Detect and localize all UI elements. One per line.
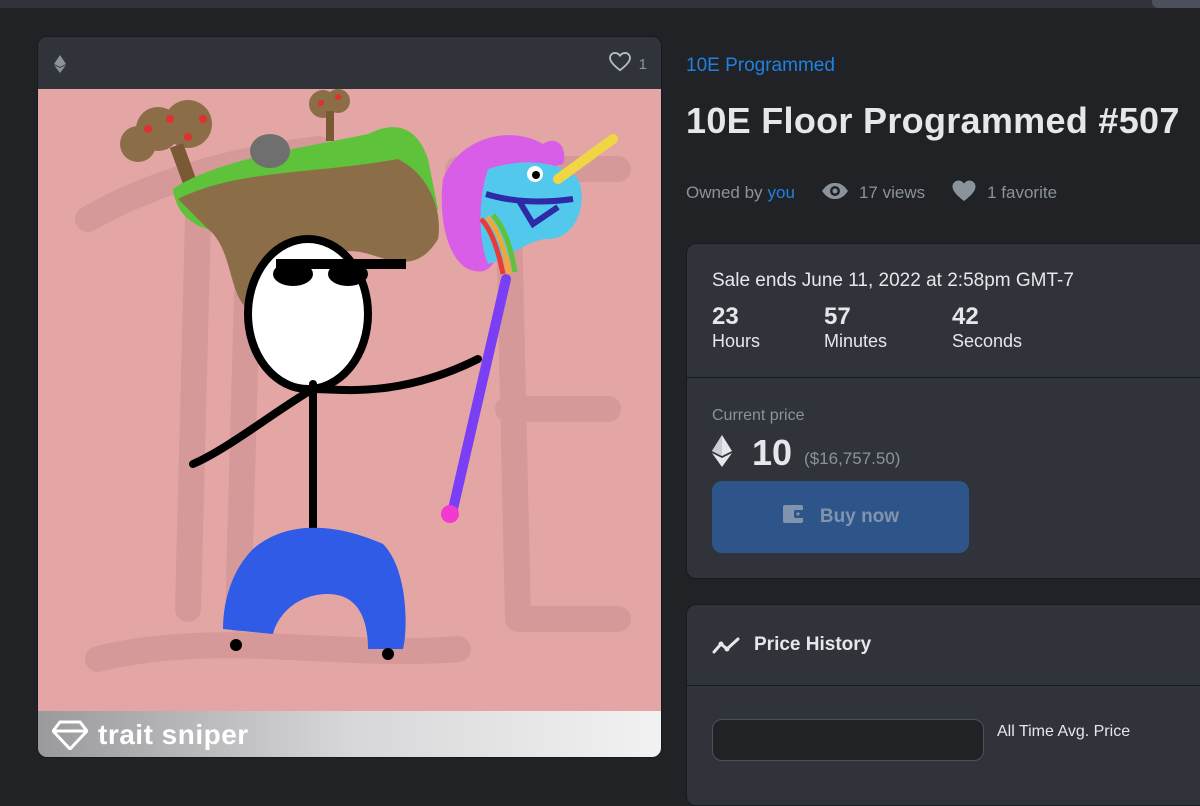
favorite-count: 1: [638, 55, 647, 73]
price-value: 10: [752, 432, 793, 473]
nft-artwork-drawing: [75, 89, 631, 672]
diamond-icon: [51, 720, 89, 755]
period-select[interactable]: [712, 719, 984, 761]
current-price: 10 ($16,757.50): [712, 432, 900, 474]
eye-icon: [821, 182, 849, 205]
asset-card: 1 trait sniper: [37, 36, 662, 758]
heart-icon: [951, 180, 977, 207]
all-time-avg-price-label: All Time Avg. Price: [997, 723, 1131, 740]
favorites-count[interactable]: 1 favorite: [951, 180, 1057, 207]
price-usd: ($16,757.50): [804, 449, 901, 468]
countdown-hours: 23 Hours: [712, 303, 761, 352]
favorites-label: 1 favorite: [987, 183, 1058, 202]
collection-link[interactable]: 10E Programmed: [686, 55, 835, 77]
ethereum-icon: [712, 434, 732, 472]
sale-panel: Sale ends June 11, 2022 at 2:58pm GMT-7 …: [686, 243, 1200, 579]
favorite-toggle[interactable]: 1: [608, 51, 647, 76]
price-history-panel: Price History All Time Avg. Price: [686, 604, 1200, 806]
current-price-label: Current price: [712, 407, 805, 424]
sale-countdown-section: Sale ends June 11, 2022 at 2:58pm GMT-7 …: [687, 244, 1200, 378]
price-history-header[interactable]: Price History: [687, 605, 1200, 686]
heart-outline-icon: [608, 51, 631, 76]
wallet-icon: [782, 503, 806, 531]
top-bar: [0, 0, 1200, 8]
trait-sniper-banner[interactable]: trait sniper: [38, 711, 661, 757]
countdown-minutes: 57 Minutes: [824, 303, 888, 352]
sale-ends-text: Sale ends June 11, 2022 at 2:58pm GMT-7: [712, 270, 1074, 291]
asset-meta: Owned by you 17 views 1 favorite: [686, 180, 1057, 206]
views-label: 17 views: [858, 183, 926, 202]
top-bar-search-edge[interactable]: [1152, 0, 1200, 8]
owned-by-label: Owned by: [686, 183, 763, 202]
timeline-icon: [712, 637, 740, 660]
ethereum-icon: [54, 55, 66, 78]
nft-artwork[interactable]: [38, 89, 661, 711]
buy-now-button[interactable]: Buy now: [712, 481, 969, 553]
price-history-title: Price History: [754, 634, 872, 655]
countdown-seconds: 42 Seconds: [952, 303, 1023, 352]
views-count: 17 views: [821, 182, 925, 205]
asset-card-header: 1: [38, 37, 661, 89]
buy-now-label: Buy now: [819, 506, 900, 527]
asset-title: 10E Floor Programmed #507: [686, 100, 1180, 141]
trait-sniper-label: trait sniper: [98, 719, 249, 750]
owner-link[interactable]: you: [768, 183, 795, 203]
